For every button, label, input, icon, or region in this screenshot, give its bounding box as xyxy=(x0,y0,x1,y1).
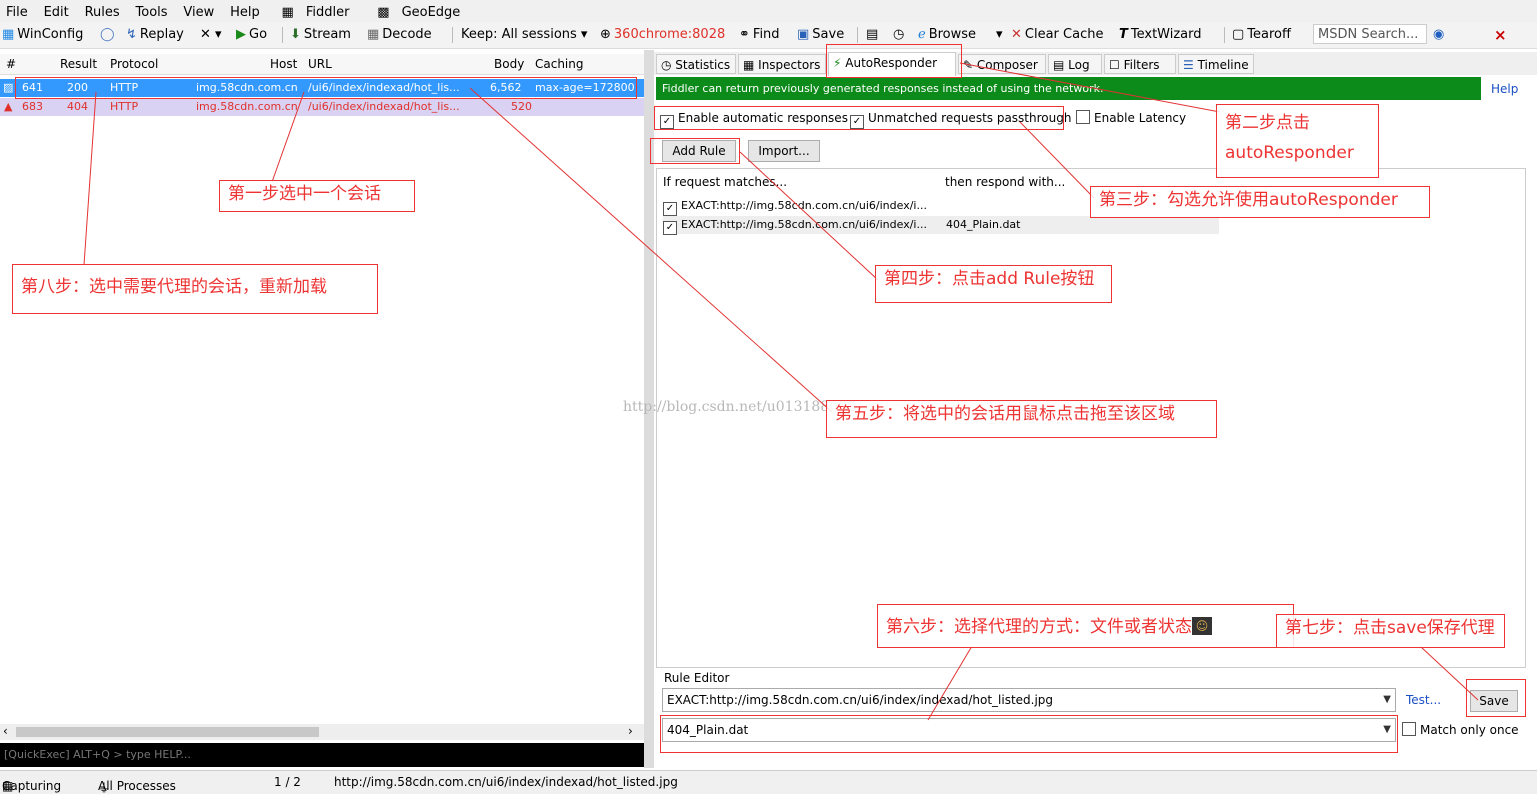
highlight-selected-session xyxy=(15,77,637,99)
highlight-autoresponder-tab xyxy=(826,44,962,78)
emoji-icon: ☺ xyxy=(1192,617,1212,635)
annotation-step3: 第三步：勾选允许使用autoResponder xyxy=(1090,186,1430,218)
connector-step1 xyxy=(271,91,305,183)
connector-step5 xyxy=(469,87,833,413)
annotation-step2: 第二步点击 autoResponder xyxy=(1216,104,1379,178)
connector-step8 xyxy=(83,91,97,266)
connector-step2 xyxy=(959,62,1221,113)
highlight-respond-select xyxy=(660,715,1398,753)
connector-step3 xyxy=(1019,121,1095,199)
annotation-step8: 第八步：选中需要代理的会话，重新加载 xyxy=(12,264,378,314)
connector-step4 xyxy=(739,151,879,281)
annotation-step7: 第七步：点击save保存代理 xyxy=(1276,614,1505,648)
highlight-add-rule xyxy=(650,138,740,164)
annotation-step1: 第一步选中一个会话 xyxy=(219,180,415,212)
annotation-step5: 第五步：将选中的会话用鼠标点击拖至该区域 xyxy=(826,400,1217,438)
annotation-step4: 第四步：点击add Rule按钮 xyxy=(875,265,1112,303)
highlight-save xyxy=(1466,679,1526,717)
annotation-step6: 第六步：选择代理的方式：文件或者状态 ☺ xyxy=(877,604,1294,648)
connector-step6 xyxy=(927,645,973,721)
highlight-checkboxes xyxy=(654,106,1064,130)
